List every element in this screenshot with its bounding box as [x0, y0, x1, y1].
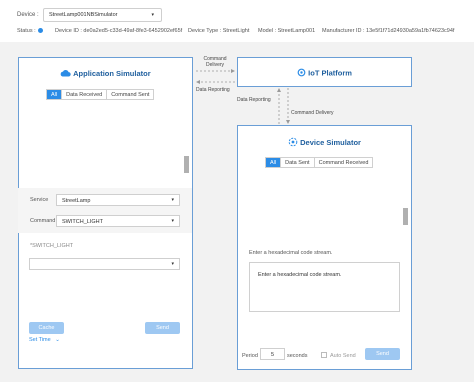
- iot-title-row: IoT Platform: [238, 68, 411, 79]
- device-id: Device ID : de0a2ed5-c33d-49af-8fe3-6452…: [55, 28, 183, 34]
- auto-send-label: Auto Send: [330, 353, 356, 359]
- device-simulator-panel: Device Simulator All Data Sent Command R…: [237, 125, 412, 370]
- flow-arrows-vertical: [277, 88, 290, 124]
- data-reporting-top-label: Data Reporting: [196, 87, 230, 93]
- chevron-down-icon: ▾: [151, 12, 154, 18]
- service-select[interactable]: StreetLamp ▾: [56, 194, 180, 206]
- device-select-value: StreetLamp001NBSimulator: [49, 12, 118, 18]
- period-label: Period: [242, 353, 258, 359]
- command-select[interactable]: SWITCH_LIGHT ▾: [56, 215, 180, 227]
- command-label: Command: [30, 218, 56, 224]
- device-send-button[interactable]: Send: [365, 348, 400, 360]
- iot-platform-icon: [297, 68, 306, 79]
- app-sim-title-row: Application Simulator: [19, 69, 192, 79]
- device-sim-title-row: Device Simulator: [238, 137, 411, 149]
- device-label: Device :: [17, 12, 39, 18]
- tab-all[interactable]: All: [266, 158, 282, 167]
- top-bar: Device : StreetLamp001NBSimulator ▾ Stat…: [0, 0, 474, 42]
- iot-platform-panel: IoT Platform: [237, 57, 412, 87]
- tab-data-received[interactable]: Data Received: [62, 90, 108, 99]
- device-info-row: Status : Device ID : de0a2ed5-c33d-49af-…: [17, 28, 467, 36]
- chevron-down-icon: ⌄: [55, 337, 60, 343]
- data-reporting-right-label: Data Reporting: [237, 97, 271, 103]
- chevron-down-icon: ▾: [171, 218, 174, 224]
- app-sim-tabs: All Data Received Command Sent: [46, 89, 155, 100]
- device-icon: [288, 137, 298, 149]
- service-label: Service: [30, 197, 49, 203]
- hex-code-placeholder: Enter a hexadecimal code stream.: [258, 272, 342, 278]
- cache-button[interactable]: Cache: [29, 322, 64, 334]
- service-select-value: StreetLamp: [62, 198, 91, 204]
- device-type: Device Type : StreetLight: [188, 28, 250, 34]
- auto-send-checkbox[interactable]: [321, 352, 327, 358]
- tab-all[interactable]: All: [47, 90, 63, 99]
- chevron-down-icon: ▾: [171, 197, 174, 203]
- device-select[interactable]: StreetLamp001NBSimulator ▾: [43, 8, 162, 22]
- command-delivery-right-label: Command Delivery: [291, 110, 334, 116]
- cloud-icon: [60, 69, 72, 79]
- tab-command-received[interactable]: Command Received: [315, 158, 373, 167]
- device-sim-scrollbar[interactable]: [403, 208, 408, 225]
- iot-platform-title: IoT Platform: [308, 68, 352, 78]
- period-input[interactable]: 5: [260, 348, 285, 360]
- switch-light-select[interactable]: ▾: [29, 258, 180, 270]
- send-button[interactable]: Send: [145, 322, 180, 334]
- device-sim-tabs: All Data Sent Command Received: [265, 157, 374, 168]
- status-dot-icon: [38, 28, 43, 33]
- hex-code-input[interactable]: Enter a hexadecimal code stream.: [249, 262, 400, 312]
- set-time-label: Set Time: [29, 337, 51, 343]
- seconds-label: seconds: [287, 353, 308, 359]
- model: Model : StreetLamp001: [258, 28, 316, 34]
- app-sim-title: Application Simulator: [73, 69, 151, 78]
- device-sim-title: Device Simulator: [300, 137, 361, 147]
- hex-input-label: Enter a hexadecimal code stream.: [249, 250, 333, 256]
- manufacturer-id: Manufacturer ID : 13e5f1f71d24930a59a1fb…: [322, 28, 455, 34]
- status-label: Status :: [17, 28, 36, 34]
- tab-command-sent[interactable]: Command Sent: [107, 90, 153, 99]
- chevron-down-icon: ▾: [171, 261, 174, 267]
- command-select-value: SWITCH_LIGHT: [62, 219, 103, 225]
- set-time-link[interactable]: Set Time ⌄: [29, 337, 60, 343]
- tab-data-sent[interactable]: Data Sent: [281, 158, 315, 167]
- switch-light-label: *SWITCH_LIGHT: [30, 243, 74, 249]
- flow-arrows-horizontal: [196, 69, 235, 84]
- app-sim-scrollbar[interactable]: [184, 156, 189, 173]
